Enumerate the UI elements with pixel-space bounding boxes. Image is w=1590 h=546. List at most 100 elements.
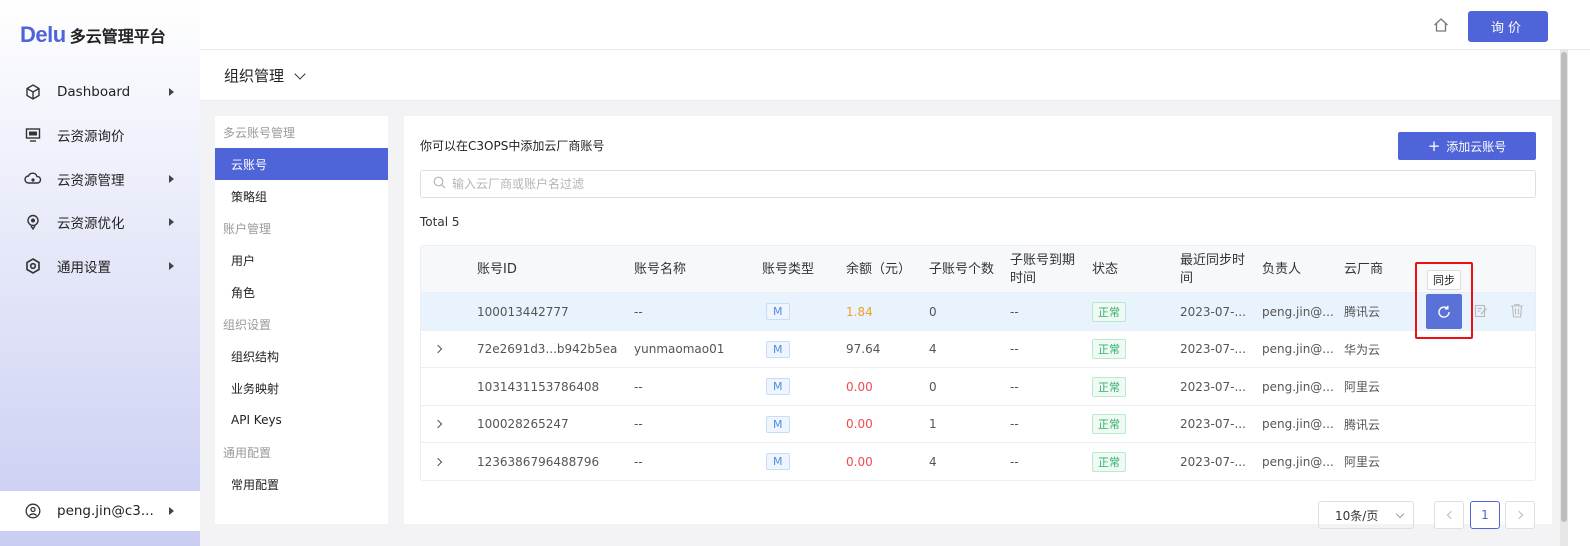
table-row[interactable]: 1031431153786408 -- M 0.00 0 -- 正常 2023-… — [421, 368, 1535, 406]
status-badge: 正常 — [1092, 376, 1126, 397]
sub-account-count: 4 — [929, 454, 937, 469]
last-sync-time: 2023-07-... — [1180, 454, 1246, 469]
sidebar-item-settings[interactable]: 通用设置 — [0, 244, 200, 288]
cloud-vendor: 阿里云 — [1344, 455, 1381, 469]
table-row[interactable]: 100028265247 -- M 0.00 1 -- 正常 2023-07-.… — [421, 406, 1535, 443]
caret-right-icon — [169, 87, 174, 96]
submenu-group-label: 组织设置 — [223, 317, 272, 332]
column-header[interactable]: 账号ID — [477, 246, 517, 293]
sub-account-expiry: -- — [1010, 342, 1019, 356]
column-header[interactable]: 账号类型 — [762, 246, 814, 293]
hint-text: 你可以在C3OPS中添加云厂商账号 — [420, 139, 605, 153]
account-name: -- — [634, 417, 643, 431]
sub-account-count: 4 — [929, 342, 937, 356]
sidebar-item-label: 通用设置 — [57, 259, 111, 276]
sidebar: Delu 多云管理平台 Dashboard 云资源询价 云资源管理 云资源优化 … — [0, 0, 200, 546]
balance: 97.64 — [846, 342, 881, 356]
gear-icon — [24, 257, 42, 275]
sub-account-expiry: -- — [1010, 417, 1019, 431]
column-header[interactable]: 最近同步时间 — [1180, 246, 1256, 293]
search-box[interactable] — [420, 170, 1536, 198]
submenu-group-label: 账户管理 — [223, 221, 272, 236]
app-title: 多云管理平台 — [69, 27, 166, 46]
search-icon — [433, 176, 446, 193]
next-page-button[interactable] — [1505, 501, 1535, 529]
account-type-badge: M — [766, 340, 790, 358]
submenu-item-users[interactable]: 用户 — [215, 244, 388, 276]
column-header[interactable]: 云厂商 — [1344, 246, 1383, 293]
logo[interactable]: Delu 多云管理平台 — [20, 22, 166, 48]
user-menu[interactable]: peng.jin@c3... — [0, 491, 200, 531]
logo-brand: Delu — [20, 22, 66, 47]
prev-page-button[interactable] — [1434, 501, 1464, 529]
cloud-vendor: 华为云 — [1344, 342, 1381, 357]
owner: peng.jin@... — [1262, 342, 1334, 356]
submenu-item-roles[interactable]: 角色 — [215, 276, 388, 308]
refresh-icon — [1438, 305, 1450, 318]
account-name: yunmaomao01 — [634, 342, 725, 356]
sidebar-item-optimization[interactable]: 云资源优化 — [0, 201, 200, 245]
submenu-item-org-structure[interactable]: 组织结构 — [215, 340, 388, 372]
page-size-label: 10条/页 — [1335, 508, 1379, 523]
balance: 0.00 — [846, 454, 873, 469]
sync-tooltip: 同步 — [1427, 270, 1461, 290]
account-id: 1236386796488796 — [477, 454, 600, 469]
sidebar-item-label: Dashboard — [57, 83, 131, 100]
sub-account-expiry: -- — [1010, 379, 1019, 394]
account-type-badge: M — [766, 303, 790, 320]
column-header[interactable]: 子账号个数 — [929, 246, 994, 293]
accounts-table: 账号ID 账号名称 账号类型 余额（元） 子账号个数 子账号到期时间 状态 最近… — [420, 245, 1536, 481]
submenu-item-cloud-accounts[interactable]: 云账号 — [215, 148, 388, 180]
sidebar-item-label: 云资源优化 — [57, 216, 125, 233]
column-header[interactable]: 账号名称 — [634, 246, 686, 293]
submenu-item-business-mapping[interactable]: 业务映射 — [215, 372, 388, 404]
column-header[interactable]: 状态 — [1092, 246, 1118, 293]
scrollbar-thumb[interactable] — [1561, 52, 1567, 522]
sync-button[interactable] — [1426, 294, 1462, 329]
cloud-vendor: 阿里云 — [1344, 380, 1381, 394]
quote-button[interactable]: 询价 — [1468, 11, 1548, 42]
table-row[interactable]: 100013442777 -- M 1.84 0 -- 正常 2023-07-.… — [421, 293, 1535, 331]
add-button-label: 添加云账号 — [1446, 139, 1507, 154]
account-name: -- — [634, 304, 643, 319]
sidebar-item-label: 云资源询价 — [57, 129, 125, 146]
account-id: 100028265247 — [477, 417, 569, 431]
column-header[interactable]: 负责人 — [1262, 246, 1301, 293]
page-size-select[interactable]: 10条/页 — [1318, 501, 1414, 529]
balance: 0.00 — [846, 379, 873, 394]
expand-chevron-icon[interactable] — [433, 344, 443, 354]
column-header[interactable]: 余额（元） — [846, 246, 911, 293]
sidebar-item-resources[interactable]: 云资源管理 — [0, 157, 200, 201]
trash-icon[interactable] — [1510, 303, 1524, 318]
add-cloud-account-button[interactable]: + 添加云账号 — [1398, 132, 1536, 160]
page-number-button[interactable]: 1 — [1470, 501, 1500, 529]
search-input[interactable] — [452, 177, 1352, 191]
submenu-item-policy-groups[interactable]: 策略组 — [215, 180, 388, 212]
balance: 1.84 — [846, 304, 873, 319]
account-type-badge: M — [766, 378, 790, 395]
caret-right-icon — [169, 261, 174, 270]
page-title[interactable]: 组织管理 — [224, 65, 284, 86]
sidebar-nav: Dashboard 云资源询价 云资源管理 云资源优化 通用设置 — [0, 70, 200, 288]
expand-chevron-icon[interactable] — [433, 419, 443, 429]
last-sync-time: 2023-07-... — [1180, 304, 1246, 319]
status-badge: 正常 — [1092, 414, 1126, 434]
sub-account-count: 0 — [929, 304, 937, 319]
submenu-item-common-config[interactable]: 常用配置 — [215, 468, 388, 500]
column-header[interactable]: 子账号到期时间 — [1010, 246, 1086, 293]
sidebar-item-dashboard[interactable]: Dashboard — [0, 70, 200, 114]
status-badge: 正常 — [1092, 451, 1126, 472]
chevron-down-icon[interactable] — [294, 67, 306, 80]
edit-icon[interactable] — [1474, 304, 1488, 318]
owner: peng.jin@... — [1262, 454, 1334, 469]
expand-chevron-icon[interactable] — [433, 457, 443, 466]
table-row[interactable]: 1236386796488796 -- M 0.00 4 -- 正常 2023-… — [421, 443, 1535, 480]
caret-right-icon — [169, 218, 174, 227]
main-panel: 你可以在C3OPS中添加云厂商账号 + 添加云账号 Total 5 账号ID 账… — [404, 116, 1552, 524]
sidebar-item-pricing[interactable]: 云资源询价 — [0, 114, 200, 158]
submenu-item-api-keys[interactable]: API Keys — [215, 404, 388, 436]
table-row[interactable]: 72e2691d3...b942b5ea yunmaomao01 M 97.64… — [421, 331, 1535, 368]
owner: peng.jin@... — [1262, 304, 1334, 319]
home-icon[interactable] — [1432, 16, 1450, 34]
sidebar-item-label: 云资源管理 — [57, 172, 125, 189]
